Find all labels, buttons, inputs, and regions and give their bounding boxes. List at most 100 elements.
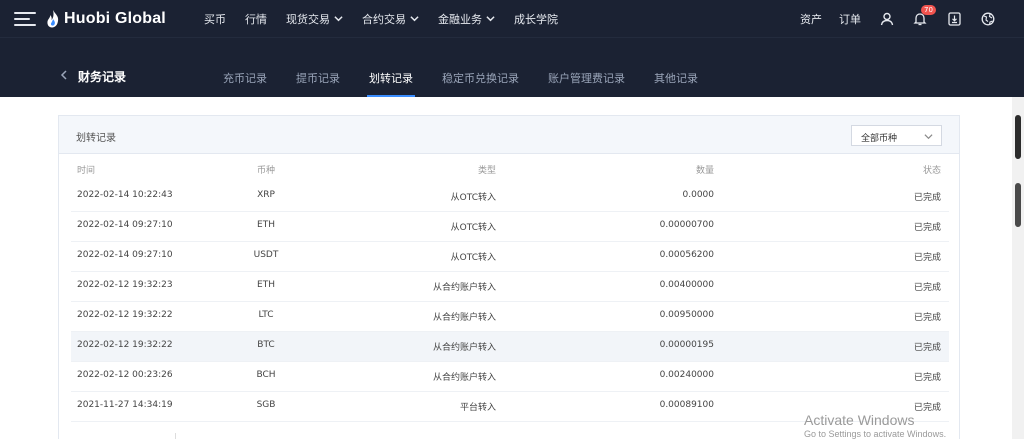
- row-coin: ETH: [257, 280, 275, 290]
- tab-stablecoin-exchange-records[interactable]: 稳定币兑换记录: [442, 38, 519, 98]
- row-amount: 0.00400000: [659, 280, 714, 290]
- nav-item-label: 现货交易: [286, 12, 330, 26]
- column-header-coin: 币种: [256, 166, 275, 176]
- menu-icon[interactable]: [14, 12, 36, 26]
- page-scrollbar[interactable]: [1012, 97, 1024, 439]
- scrollbar-thumb[interactable]: [1015, 115, 1021, 159]
- row-type: 从合约账户转入: [432, 373, 496, 383]
- row-status: 已完成: [913, 253, 941, 263]
- row-status: 已完成: [913, 343, 941, 353]
- tab-other-records[interactable]: 其他记录: [654, 38, 698, 98]
- nav-item-label: 行情: [245, 12, 267, 26]
- card-title: 划转记录: [76, 133, 116, 144]
- back-arrow-icon[interactable]: [60, 70, 68, 80]
- row-status: 已完成: [913, 283, 941, 293]
- table-row[interactable]: 2022-02-12 19:32:22 BTC 从合约账户转入 0.000001…: [71, 332, 949, 362]
- chevron-down-icon: [486, 16, 495, 22]
- main-nav: 买币 行情 现货交易 合约交易 金融业务 成长学院: [204, 0, 577, 37]
- coin-filter-select[interactable]: 全部币种: [851, 125, 942, 146]
- column-header-type: 类型: [477, 166, 496, 176]
- nav-item-label: 买币: [204, 12, 226, 26]
- logo-text: Huobi Global: [64, 10, 166, 27]
- row-amount: 0.00000700: [659, 220, 714, 230]
- tab-withdraw-records[interactable]: 提币记录: [296, 38, 340, 98]
- row-amount: 0.00056200: [659, 250, 714, 260]
- globe-icon[interactable]: [980, 11, 996, 27]
- nav-item-markets[interactable]: 行情: [245, 11, 267, 27]
- row-status: 已完成: [913, 313, 941, 323]
- nav-orders[interactable]: 订单: [839, 11, 861, 27]
- row-time: 2022-02-12 19:32:22: [77, 310, 173, 320]
- nav-item-academy[interactable]: 成长学院: [514, 11, 558, 27]
- row-coin: BCH: [256, 370, 276, 380]
- nav-assets[interactable]: 资产: [800, 11, 822, 27]
- table-row[interactable]: 2022-02-14 09:27:10 ETH 从OTC转入 0.0000070…: [71, 212, 949, 242]
- user-icon[interactable]: [879, 11, 895, 27]
- column-header-amount: 数量: [695, 166, 714, 176]
- nav-item-label: 金融业务: [438, 12, 482, 26]
- tab-transfer-records[interactable]: 划转记录: [367, 38, 415, 98]
- row-coin: SGB: [256, 400, 276, 410]
- row-time: 2022-02-12 19:32:23: [77, 280, 173, 290]
- chevron-down-icon: [924, 134, 933, 140]
- row-type: 从OTC转入: [450, 253, 496, 263]
- card-header: 划转记录 全部币种: [59, 116, 959, 154]
- nav-item-label: 合约交易: [362, 12, 406, 26]
- coin-filter-value: 全部币种: [861, 134, 898, 144]
- top-navbar: Huobi Global 买币 行情 现货交易 合约交易 金融业务 成长学院 资…: [0, 0, 1024, 37]
- divider: [175, 433, 176, 439]
- row-coin: USDT: [253, 250, 279, 260]
- page-title: 财务记录: [78, 70, 127, 84]
- tab-deposit-records[interactable]: 充币记录: [223, 38, 267, 98]
- nav-item-label: 成长学院: [514, 12, 558, 26]
- row-status: 已完成: [913, 193, 941, 203]
- row-coin: LTC: [258, 310, 274, 320]
- row-type: 从合约账户转入: [432, 343, 496, 353]
- row-amount: 0.00240000: [659, 370, 714, 380]
- row-type: 平台转入: [459, 403, 496, 413]
- row-status: 已完成: [913, 373, 941, 383]
- nav-item-buy[interactable]: 买币: [204, 11, 226, 27]
- row-type: 从OTC转入: [450, 223, 496, 233]
- nav-item-finance[interactable]: 金融业务: [438, 11, 495, 27]
- row-amount: 0.0000: [682, 190, 715, 200]
- row-type: 从OTC转入: [450, 193, 496, 203]
- row-time: 2021-11-27 14:34:19: [77, 400, 173, 410]
- row-time: 2022-02-14 09:27:10: [77, 220, 173, 230]
- column-header-status: 状态: [922, 166, 941, 176]
- column-header-time: 时间: [77, 166, 96, 176]
- row-time: 2022-02-14 09:27:10: [77, 250, 173, 260]
- nav-item-spot[interactable]: 现货交易: [286, 11, 343, 27]
- download-icon[interactable]: [946, 11, 962, 27]
- row-type: 从合约账户转入: [432, 283, 496, 293]
- row-coin: BTC: [257, 340, 275, 350]
- row-time: 2022-02-14 10:22:43: [77, 190, 173, 200]
- table-row[interactable]: 2022-02-12 19:32:23 ETH 从合约账户转入 0.004000…: [71, 272, 949, 302]
- row-time: 2022-02-12 00:23:26: [77, 370, 173, 380]
- scrollbar-marker: [1015, 183, 1021, 227]
- row-coin: ETH: [257, 220, 275, 230]
- nav-item-futures[interactable]: 合约交易: [362, 11, 419, 27]
- table-row[interactable]: 2022-02-12 00:23:26 BCH 从合约账户转入 0.002400…: [71, 362, 949, 392]
- table-row[interactable]: 2022-02-12 19:32:22 LTC 从合约账户转入 0.009500…: [71, 302, 949, 332]
- row-time: 2022-02-12 19:32:22: [77, 340, 173, 350]
- table-header: 时间 币种 类型 数量 状态: [71, 157, 949, 181]
- nav-right: 资产 订单 70: [800, 0, 1024, 37]
- row-amount: 0.00089100: [659, 400, 714, 410]
- table-row[interactable]: 2022-02-14 10:22:43 XRP 从OTC转入 0.0000 已完…: [71, 182, 949, 212]
- logo[interactable]: Huobi Global: [46, 9, 166, 29]
- row-type: 从合约账户转入: [432, 313, 496, 323]
- notification-badge: 70: [921, 4, 936, 15]
- chevron-down-icon: [334, 16, 343, 22]
- watermark-line-1: Activate Windows: [804, 412, 915, 428]
- record-tabs: 充币记录 提币记录 划转记录 稳定币兑换记录 账户管理费记录 其他记录: [223, 38, 727, 98]
- row-amount: 0.00950000: [659, 310, 714, 320]
- flame-logo-icon: [47, 10, 59, 28]
- row-amount: 0.00000195: [659, 340, 714, 350]
- bell-icon[interactable]: 70: [912, 4, 936, 27]
- row-coin: XRP: [257, 190, 275, 200]
- table-row[interactable]: 2022-02-14 09:27:10 USDT 从OTC转入 0.000562…: [71, 242, 949, 272]
- watermark-line-2: Go to Settings to activate Windows.: [804, 429, 947, 439]
- tab-account-fee-records[interactable]: 账户管理费记录: [548, 38, 625, 98]
- sub-header: 财务记录 充币记录 提币记录 划转记录 稳定币兑换记录 账户管理费记录 其他记录: [0, 37, 1024, 97]
